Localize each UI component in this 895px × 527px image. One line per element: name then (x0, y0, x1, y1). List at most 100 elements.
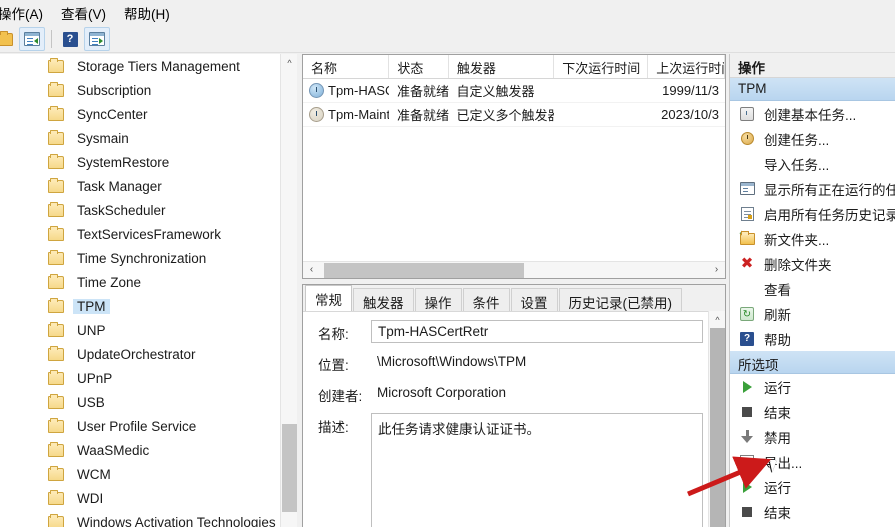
author-value: Microsoft Corporation (377, 385, 507, 400)
tree-item[interactable]: Time Synchronization (0, 246, 272, 270)
action-item-label: 启用所有任务历史记录 (764, 207, 895, 223)
toolbar-help-button[interactable]: ? (57, 27, 83, 51)
details-scroll-up-icon[interactable]: ^ (709, 311, 725, 328)
tree-item[interactable]: SyncCenter (0, 102, 272, 126)
task-list-column-header[interactable]: 上次运行时间 (648, 55, 725, 78)
tree-item[interactable]: Storage Tiers Management (0, 54, 272, 78)
toolbar-show-console-tree-button[interactable] (19, 27, 45, 51)
task-list-row[interactable]: Tpm-Maint... 准备就绪已定义多个触发器 2023/10/3 (303, 103, 725, 127)
action-item[interactable]: 禁用 (730, 424, 895, 449)
action-item[interactable]: 结束 (730, 499, 895, 524)
tree-item[interactable]: WCM (0, 462, 272, 486)
details-tab-strip[interactable]: 常规 触发器 操作 条件 设置 历史记录(已禁用) (303, 285, 725, 311)
folder-icon (48, 321, 64, 337)
action-item[interactable]: 查看 (730, 276, 895, 301)
tree-item[interactable]: Time Zone (0, 270, 272, 294)
menu-item-view[interactable]: 查看(V) (54, 0, 117, 27)
tree-item[interactable]: User Profile Service (0, 414, 272, 438)
details-tab[interactable]: 历史记录(已禁用) (558, 288, 682, 311)
location-value: \Microsoft\Windows\TPM (377, 354, 527, 369)
menu-item-action[interactable]: 操作(A) (0, 0, 54, 27)
details-scrollbar[interactable]: ^ (708, 311, 725, 527)
action-item[interactable]: 结束 (730, 399, 895, 424)
console-tree-list[interactable]: Storage Tiers Management Subscription Sync… (0, 54, 276, 527)
folder-icon (48, 81, 64, 97)
hscroll-track[interactable] (320, 262, 708, 279)
toolbar: ? (0, 26, 895, 53)
details-tab[interactable]: 条件 (462, 288, 510, 311)
action-item-label: 禁用 (764, 430, 791, 446)
folder-icon (48, 57, 64, 73)
tree-item[interactable]: WDI (0, 486, 272, 510)
folder-icon (48, 177, 64, 193)
toolbar-folder-open-button[interactable] (0, 27, 18, 51)
task-list-column-header[interactable]: 名称 (303, 55, 390, 78)
toolbar-separator (51, 30, 52, 48)
console-tree-pane: Storage Tiers Management Subscription Sync… (0, 54, 297, 527)
tree-item[interactable]: Subscription (0, 78, 272, 102)
action-item[interactable]: 启用所有任务历史记录 (730, 201, 895, 226)
actions-list[interactable]: TPM 创建基本任务... 创建任务... 导入任务... 显示所有正在运行的任务启用所… (730, 78, 895, 527)
task-list-body[interactable]: Tpm-HASC... 准备就绪自定义触发器 1999/11/3 Tpm-Maint.… (303, 79, 725, 127)
tree-item-label: Time Synchronization (77, 250, 207, 266)
details-tab[interactable]: 常规 (305, 285, 352, 311)
tree-scroll-thumb[interactable] (282, 424, 297, 512)
folder-icon (48, 489, 64, 505)
export-icon (738, 455, 756, 468)
task-list-row[interactable]: Tpm-HASC... 准备就绪自定义触发器 1999/11/3 (303, 79, 725, 103)
details-tab[interactable]: 设置 (510, 288, 558, 311)
name-label: 名称: (318, 327, 349, 342)
actions-pane-title: 操作 (730, 54, 895, 78)
action-item[interactable]: ? 帮助 (730, 326, 895, 351)
action-item-label: 帮助 (764, 332, 791, 348)
tree-item[interactable]: Task Manager (0, 174, 272, 198)
tree-item[interactable]: Windows Activation Technologies (0, 510, 276, 527)
details-scroll-thumb[interactable] (710, 328, 725, 527)
description-field[interactable]: 此任务请求健康认证证书。 (371, 413, 703, 527)
task-list-hscrollbar[interactable]: ‹ › (303, 261, 725, 278)
tree-item[interactable]: Sysmain (0, 126, 272, 150)
hscroll-left-icon[interactable]: ‹ (303, 262, 320, 279)
details-tab[interactable]: 操作 (414, 288, 462, 311)
action-item[interactable]: 运行 (730, 374, 895, 399)
task-list-column-header[interactable]: 状态 (389, 55, 449, 78)
tree-scrollbar[interactable]: ^ (280, 54, 297, 527)
action-item[interactable]: ✖ 删除文件夹 (730, 251, 895, 276)
tree-item-label: SyncCenter (77, 106, 148, 122)
tree-item[interactable]: TPM (0, 294, 272, 318)
actions-section-header: TPM (730, 78, 895, 101)
tree-item[interactable]: SystemRestore (0, 150, 272, 174)
task-list-view[interactable]: 名称状态触发器下次运行时间上次运行时间 Tpm-HASC... 准备就绪自定义触发… (302, 54, 726, 279)
tree-item-label: USB (77, 394, 105, 410)
menu-item-help[interactable]: 帮助(H) (117, 0, 181, 27)
action-item-label: 显示所有正在运行的任务 (764, 182, 895, 198)
tree-item[interactable]: UpdateOrchestrator (0, 342, 272, 366)
action-item[interactable]: 显示所有正在运行的任务 (730, 176, 895, 201)
tree-item[interactable]: TextServicesFramework (0, 222, 272, 246)
action-item[interactable]: 创建任务... (730, 126, 895, 151)
task-trigger-cell: 已定义多个触发器 (456, 108, 554, 123)
tree-item[interactable]: UPnP (0, 366, 272, 390)
action-item[interactable]: 导出... (730, 449, 895, 474)
action-item[interactable]: ↻ 刷新 (730, 301, 895, 326)
hscroll-thumb[interactable] (324, 262, 524, 278)
action-item[interactable]: 运行 (730, 474, 895, 499)
folder-icon (48, 417, 64, 433)
task-list-column-header[interactable]: 触发器 (449, 55, 555, 78)
name-field[interactable]: Tpm-HASCertRetr (371, 320, 703, 343)
tree-item-label: User Profile Service (77, 418, 197, 434)
tree-item[interactable]: TaskScheduler (0, 198, 272, 222)
show-pane-left-icon (24, 32, 40, 46)
tree-scroll-up-icon[interactable]: ^ (281, 54, 297, 71)
toolbar-show-action-pane-button[interactable] (84, 27, 110, 51)
hscroll-right-icon[interactable]: › (708, 262, 725, 279)
tree-item[interactable]: UNP (0, 318, 272, 342)
action-item[interactable]: 创建基本任务... (730, 101, 895, 126)
tree-item[interactable]: USB (0, 390, 272, 414)
details-tab[interactable]: 触发器 (353, 288, 414, 311)
task-list-column-header[interactable]: 下次运行时间 (554, 55, 649, 78)
action-item[interactable]: ✦ 新文件夹... (730, 226, 895, 251)
folder-icon (48, 513, 64, 527)
tree-item[interactable]: WaaSMedic (0, 438, 272, 462)
action-item[interactable]: 导入任务... (730, 151, 895, 176)
